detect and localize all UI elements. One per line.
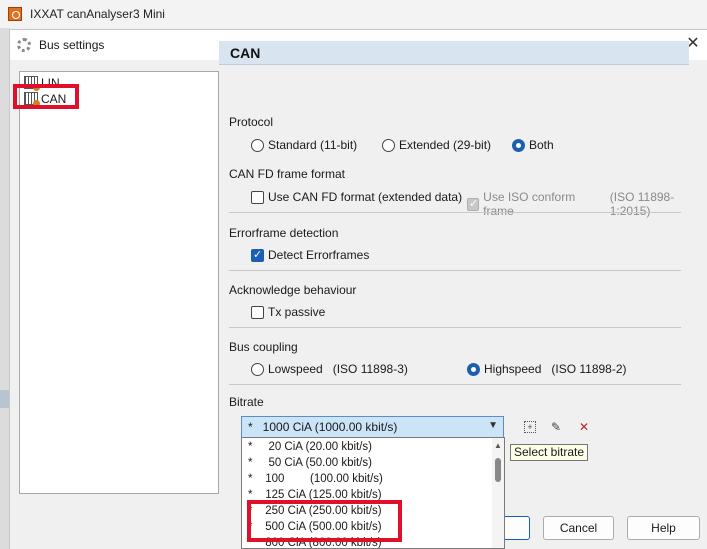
bus-tree: LIN CAN [19,71,219,494]
checkbox-icon [251,305,264,319]
checkbox-checked-icon [251,248,264,262]
gear-icon [17,38,31,52]
highlight-box [247,500,402,542]
highlight-box [13,84,79,109]
dropdown-scrollbar[interactable]: ▲ [492,438,504,548]
protocol-label: Protocol [229,115,274,129]
divider [229,327,681,328]
dialog-title: Bus settings [39,38,105,52]
radio-selected-icon [512,138,525,152]
app-title: IXXAT canAnalyser3 Mini [30,7,165,21]
delete-icon[interactable]: ✕ [575,418,593,436]
scrollbar-thumb[interactable] [495,458,501,482]
lowspeed-radio[interactable]: Lowspeed (ISO 11898-3) [251,362,408,376]
radio-icon [251,362,264,376]
highspeed-radio[interactable]: Highspeed (ISO 11898-2) [467,362,627,376]
protocol-standard-radio[interactable]: Standard (11-bit) [251,138,357,152]
iso-conform-checkbox[interactable]: Use ISO conform frame(ISO 11898-1:2015) [467,190,707,218]
ack-label: Acknowledge behaviour [229,283,357,297]
app-titlebar: IXXAT canAnalyser3 Mini [0,0,707,28]
list-item[interactable]: * 100 (100.00 kbit/s) [248,473,383,489]
new-bitrate-icon[interactable]: + [524,421,536,433]
chevron-down-icon: ▼ [488,420,498,431]
divider [229,384,681,385]
checkbox-icon [251,190,264,204]
canfd-label: CAN FD frame format [229,167,346,181]
edit-pencil-icon[interactable]: ✎ [547,418,565,436]
help-button[interactable]: Help [627,516,700,540]
coupling-label: Bus coupling [229,340,298,354]
divider [229,270,681,271]
chevron-up-icon[interactable]: ▲ [494,441,502,450]
divider [229,212,681,213]
errorframe-label: Errorframe detection [229,226,339,240]
list-item[interactable]: * 20 CiA (20.00 kbit/s) [248,441,372,457]
pane-header: CAN [219,41,689,65]
checkbox-checked-icon [467,197,480,211]
detect-errorframes-checkbox[interactable]: Detect Errorframes [251,248,369,262]
radio-icon [251,138,264,152]
app-logo-icon [8,7,22,21]
tx-passive-checkbox[interactable]: Tx passive [251,305,325,319]
use-canfd-checkbox[interactable]: Use CAN FD format (extended data) [251,190,462,204]
bitrate-select[interactable]: * 1000 CiA (1000.00 kbit/s) ▼ [241,416,504,438]
bitrate-tooltip: Select bitrate [510,444,589,461]
radio-selected-icon [467,362,480,376]
ok-button[interactable] [505,516,530,540]
bitrate-label: Bitrate [229,395,264,409]
protocol-both-radio[interactable]: Both [512,138,554,152]
list-item[interactable]: * 50 CiA (50.00 kbit/s) [248,457,372,473]
cancel-button[interactable]: Cancel [543,516,614,540]
protocol-extended-radio[interactable]: Extended (29-bit) [382,138,491,152]
radio-icon [382,138,395,152]
